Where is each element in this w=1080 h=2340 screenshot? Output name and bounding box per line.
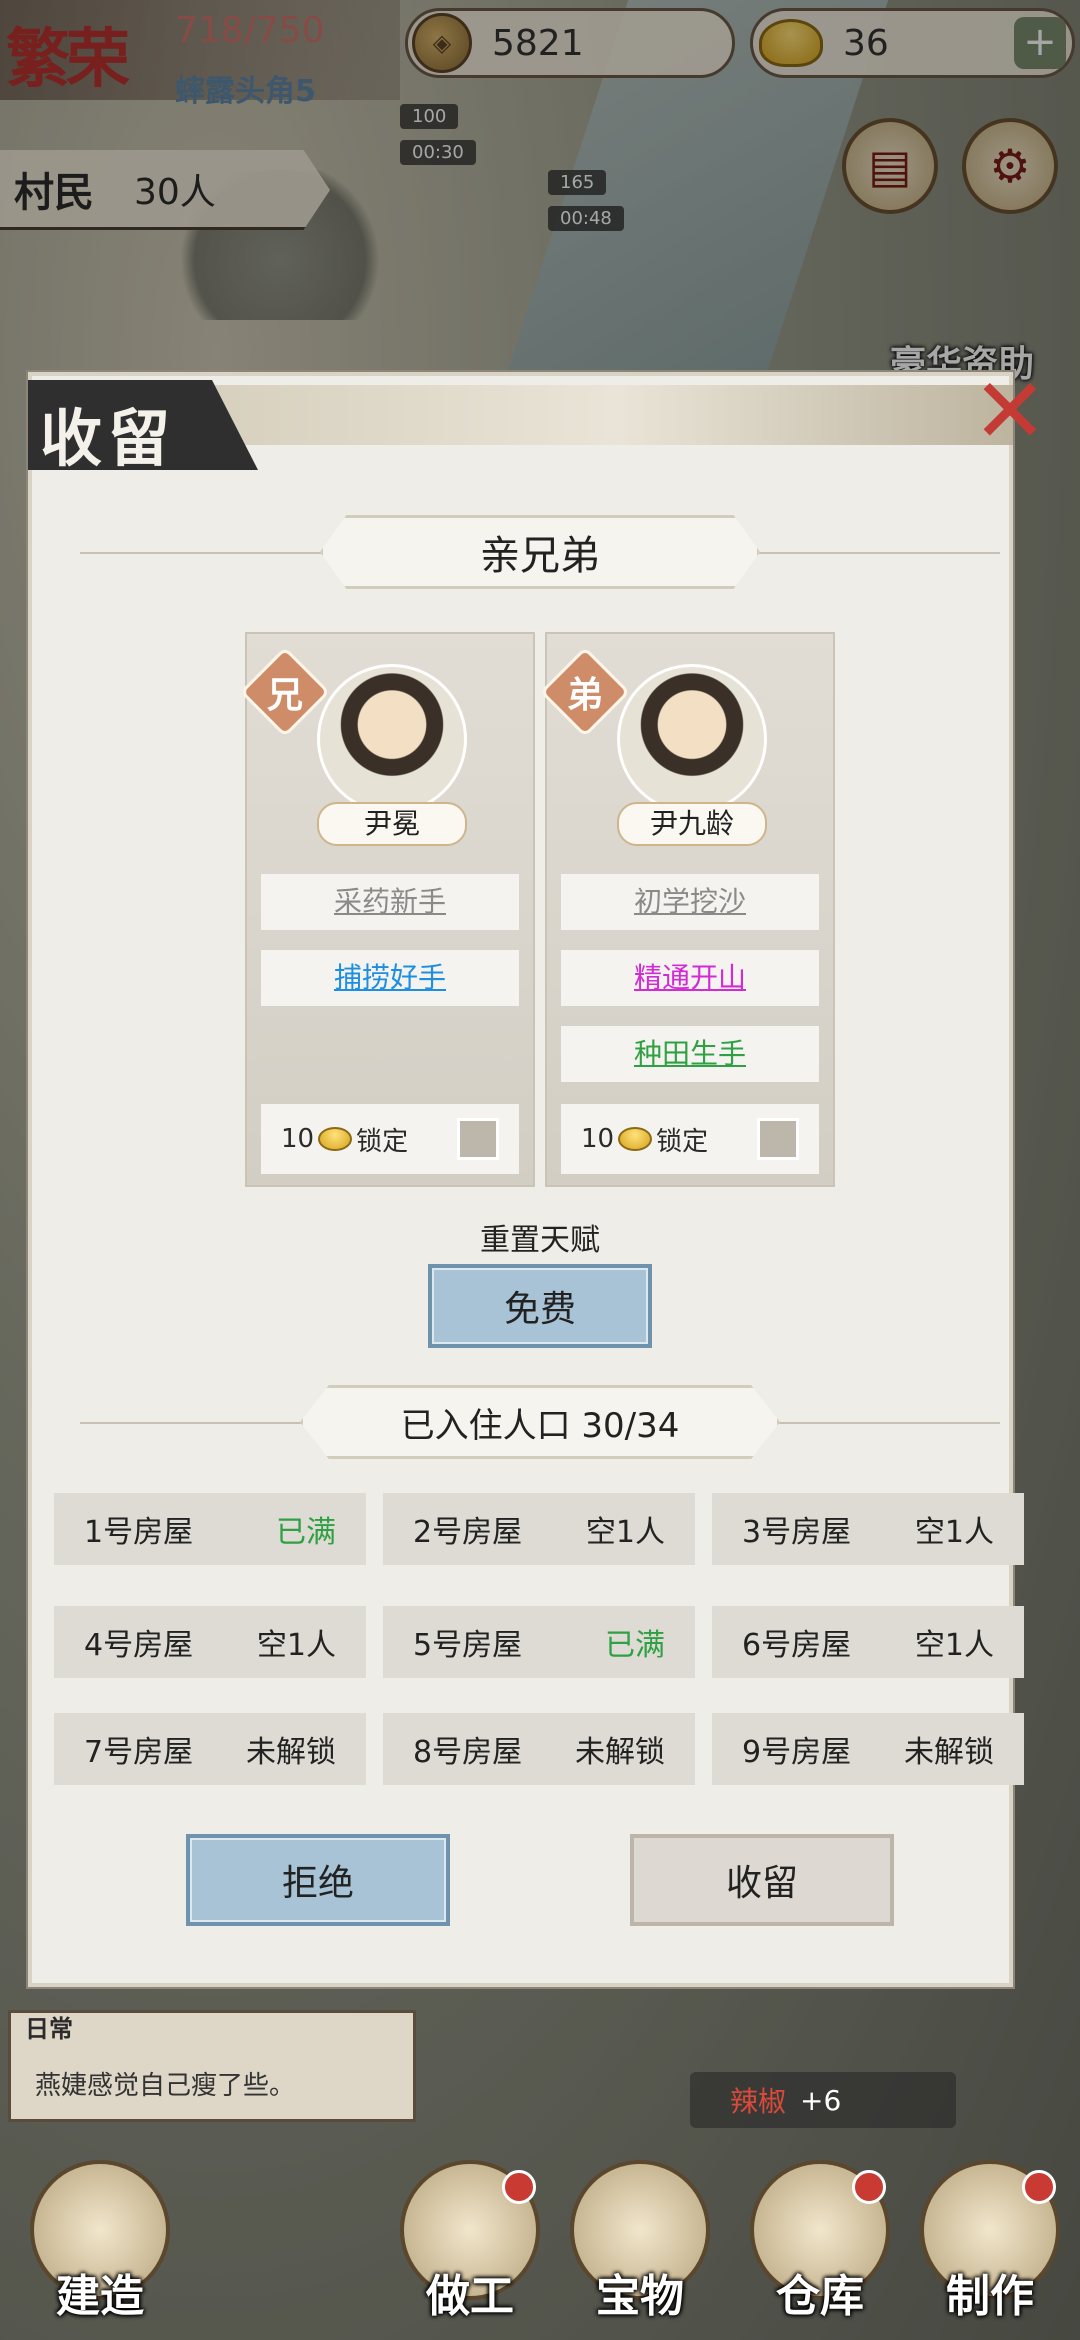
character-portrait xyxy=(617,664,767,814)
house-status: 已满 xyxy=(605,1628,665,1663)
resource-gain-value: +6 xyxy=(800,2083,842,2117)
talent-trait[interactable]: 采药新手 xyxy=(261,874,519,930)
nav-label: 宝物 xyxy=(596,2271,684,2322)
house-name: 7号房屋 xyxy=(84,1735,194,1770)
house-status: 未解锁 xyxy=(575,1735,665,1770)
house-status: 未解锁 xyxy=(246,1735,336,1770)
notification-dot xyxy=(1022,2170,1056,2204)
house-name: 6号房屋 xyxy=(742,1628,852,1663)
brother-card-elder: 兄 尹冕 采药新手 捕捞好手 10 锁定 xyxy=(239,632,535,1187)
house-status: 未解锁 xyxy=(904,1735,994,1770)
close-icon[interactable]: ✕ xyxy=(970,367,1050,457)
nav-work[interactable]: 做工 xyxy=(390,2160,550,2340)
lock-cost: 10 xyxy=(581,1124,615,1154)
gold-ingot-icon xyxy=(618,1127,653,1151)
nav-treasure[interactable]: 宝物 xyxy=(560,2160,720,2340)
nav-label: 做工 xyxy=(426,2271,514,2322)
house-slot[interactable]: 9号房屋 未解锁 xyxy=(712,1713,1024,1785)
talent-trait[interactable]: 种田生手 xyxy=(561,1026,819,1082)
reset-talent-label: 重置天赋 xyxy=(480,1223,600,1258)
lock-cost: 10 xyxy=(281,1124,315,1154)
brother-badge: 弟 xyxy=(566,674,603,716)
relation-banner: 亲兄弟 xyxy=(80,515,1000,589)
reset-free-button[interactable]: 免费 xyxy=(428,1264,652,1348)
dialog-title: 收留 xyxy=(40,402,177,475)
house-slot[interactable]: 4号房屋 空1人 xyxy=(54,1606,366,1678)
gold-ingot-icon xyxy=(318,1127,353,1151)
brother-card-younger: 弟 尹九龄 初学挖沙 精通开山 种田生手 10 锁定 xyxy=(539,632,835,1187)
house-status: 空1人 xyxy=(256,1628,336,1663)
nav-label: 建造 xyxy=(56,2271,144,2322)
house-name: 1号房屋 xyxy=(84,1515,194,1550)
log-tag: 日常 xyxy=(25,2014,73,2043)
lock-label: 锁定 xyxy=(656,1126,709,1157)
house-slot[interactable]: 1号房屋 已满 xyxy=(54,1493,366,1565)
talent-trait[interactable]: 初学挖沙 xyxy=(561,874,819,930)
house-name: 9号房屋 xyxy=(742,1735,852,1770)
house-status: 空1人 xyxy=(914,1628,994,1663)
character-name: 尹冕 xyxy=(317,802,467,846)
accept-shelter-button[interactable]: 收留 xyxy=(630,1834,894,1926)
house-name: 5号房屋 xyxy=(413,1628,523,1663)
resource-gain-toast: 辣椒 +6 xyxy=(690,2072,956,2128)
notification-dot xyxy=(852,2170,886,2204)
nav-build[interactable]: 建造 xyxy=(20,2160,180,2340)
house-status: 空1人 xyxy=(585,1515,665,1550)
house-name: 8号房屋 xyxy=(413,1735,523,1770)
nav-label: 仓库 xyxy=(776,2271,864,2322)
house-slot[interactable]: 8号房屋 未解锁 xyxy=(383,1713,695,1785)
house-status: 空1人 xyxy=(914,1515,994,1550)
lock-talent-row[interactable]: 10 锁定 xyxy=(261,1104,519,1174)
residents-count: 已入住人口 30/34 xyxy=(300,1385,780,1459)
house-slot[interactable]: 7号房屋 未解锁 xyxy=(54,1713,366,1785)
nav-label: 制作 xyxy=(946,2271,1034,2322)
reject-button[interactable]: 拒绝 xyxy=(186,1834,450,1926)
house-name: 2号房屋 xyxy=(413,1515,523,1550)
house-slot[interactable]: 3号房屋 空1人 xyxy=(712,1493,1024,1565)
notification-dot xyxy=(502,2170,536,2204)
lock-checkbox[interactable] xyxy=(757,1118,799,1160)
nav-warehouse[interactable]: 仓库 xyxy=(740,2160,900,2340)
talent-trait[interactable]: 捕捞好手 xyxy=(261,950,519,1006)
nav-craft[interactable]: 制作 xyxy=(910,2160,1070,2340)
talent-trait[interactable]: 精通开山 xyxy=(561,950,819,1006)
house-slot[interactable]: 2号房屋 空1人 xyxy=(383,1493,695,1565)
daily-log-panel[interactable]: 日常 燕婕感觉自己瘦了些。 xyxy=(8,2010,416,2122)
house-slot[interactable]: 5号房屋 已满 xyxy=(383,1606,695,1678)
lock-talent-row[interactable]: 10 锁定 xyxy=(561,1104,819,1174)
brother-badge: 兄 xyxy=(266,674,303,716)
character-name: 尹九龄 xyxy=(617,802,767,846)
resource-name: 辣椒 xyxy=(730,2085,787,2118)
relation-label: 亲兄弟 xyxy=(320,515,760,589)
log-message: 燕婕感觉自己瘦了些。 xyxy=(35,2071,296,2101)
house-name: 3号房屋 xyxy=(742,1515,852,1550)
residents-banner: 已入住人口 30/34 xyxy=(80,1385,1000,1459)
character-portrait xyxy=(317,664,467,814)
house-status: 已满 xyxy=(276,1515,336,1550)
lock-label: 锁定 xyxy=(356,1126,409,1157)
lock-checkbox[interactable] xyxy=(457,1118,499,1160)
house-slot[interactable]: 6号房屋 空1人 xyxy=(712,1606,1024,1678)
house-name: 4号房屋 xyxy=(84,1628,194,1663)
